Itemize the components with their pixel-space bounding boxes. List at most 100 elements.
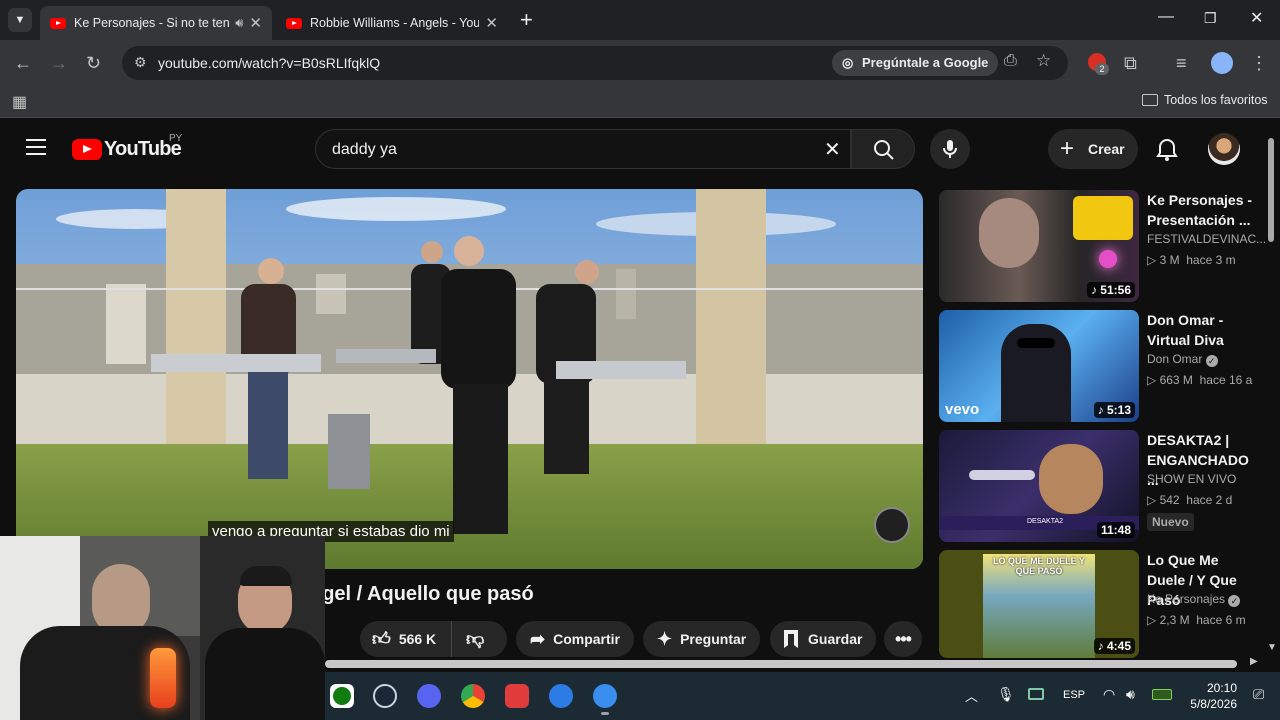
video-stats: ▷ 542 hace 2 d <box>1147 493 1233 507</box>
recommendation-title[interactable]: Ke Personajes - Presentación ... <box>1147 190 1259 230</box>
forward-icon[interactable]: → <box>50 52 68 74</box>
scroll-down-icon[interactable]: ▼ <box>1267 642 1277 653</box>
country-code: PY <box>169 133 183 144</box>
sparkle-icon: ✦ <box>657 628 673 649</box>
search-button[interactable] <box>851 129 915 169</box>
create-button[interactable]: + Crear <box>1048 129 1138 169</box>
like-button[interactable]: 👍︎ 566 K <box>360 621 452 657</box>
bookmark-star-icon[interactable]: ☆ <box>1036 51 1051 71</box>
profile-avatar[interactable] <box>1211 52 1233 74</box>
install-app-icon[interactable]: ⎙ <box>1004 52 1017 70</box>
tab-robbie-williams[interactable]: Robbie Williams - Angels - You ✕ <box>276 6 508 40</box>
blue-app-icon[interactable] <box>549 684 573 708</box>
save-button[interactable]: Guardar <box>770 621 877 657</box>
speaker-icon[interactable]: 🔊︎ <box>235 15 243 31</box>
share-button[interactable]: ➦ Compartir <box>516 621 634 657</box>
minimize-icon[interactable]: — <box>1158 8 1174 26</box>
close-tab-icon[interactable]: ✕ <box>485 14 498 32</box>
microphone-tray-icon[interactable]: 🎙︎ <box>997 686 1015 703</box>
channel-name[interactable]: SHOW EN VIVO <box>1147 472 1236 486</box>
browser-tab-strip: ▼ Ke Personajes - Si no te ten 🔊︎ ✕ Robb… <box>0 0 1280 40</box>
restore-icon[interactable]: ❐ <box>1204 10 1217 27</box>
horizontal-scrollbar[interactable] <box>325 660 1237 668</box>
show-hidden-icons-icon[interactable]: ︿ <box>965 686 978 705</box>
tab-title: Ke Personajes - Si no te ten <box>74 16 230 30</box>
video-thumbnail[interactable]: DESAKTA2 11:48 <box>939 430 1139 542</box>
clock-time[interactable]: 20:10 <box>1193 681 1237 695</box>
recommendation-item[interactable]: DESAKTA2 11:48 DESAKTA2 | ENGANCHADO ...… <box>939 430 1269 542</box>
extension-badge: 2 <box>1095 63 1109 75</box>
ask-label: Preguntar <box>680 631 747 647</box>
search-input[interactable]: daddy ya ✕ <box>315 129 851 169</box>
more-actions-button[interactable]: ••• <box>884 621 922 657</box>
discord-app-icon[interactable] <box>417 684 441 708</box>
video-duration: 11:48 <box>1096 522 1135 538</box>
tab-search-button[interactable]: ▼ <box>8 8 32 32</box>
notifications-icon[interactable]: ⎚ <box>1253 686 1264 703</box>
video-thumbnail[interactable]: LO QUE ME DUELE Y QUE PASÓ ♪ 4:45 <box>939 550 1139 658</box>
video-duration: ♪ 5:13 <box>1093 402 1135 418</box>
save-label: Guardar <box>808 631 863 647</box>
hamburger-menu-icon[interactable] <box>26 137 46 155</box>
channel-name[interactable]: FESTIVALDEVINAC... <box>1147 232 1266 246</box>
youtube-favicon-icon <box>50 17 66 29</box>
youtube-logo[interactable]: YouTube <box>72 138 182 160</box>
language-indicator[interactable]: ESP <box>1063 689 1085 701</box>
chrome-app-icon[interactable] <box>461 684 485 708</box>
new-tab-button[interactable]: + <box>520 7 533 33</box>
media-controls-icon[interactable]: ≡ <box>1176 52 1187 74</box>
apps-grid-icon[interactable]: ▦ <box>12 92 27 112</box>
volume-icon[interactable]: 🔊︎ <box>1126 686 1135 703</box>
clear-search-icon[interactable]: ✕ <box>824 137 841 162</box>
webcam-overlay <box>0 536 325 720</box>
music-note-icon: ♪ <box>1097 403 1107 417</box>
steam-app-icon[interactable] <box>373 684 397 708</box>
verified-check-icon: ✓ <box>1205 355 1218 367</box>
wifi-icon[interactable]: ◠ <box>1103 686 1115 703</box>
address-bar[interactable]: ⚙ youtube.com/watch?v=B0sRLIfqklQ ◎ Preg… <box>122 46 1068 80</box>
url-text[interactable]: youtube.com/watch?v=B0sRLIfqklQ <box>158 55 380 71</box>
ask-google-button[interactable]: ◎ Pregúntale a Google <box>832 50 999 76</box>
back-icon[interactable]: ← <box>14 52 32 74</box>
notifications-bell-icon[interactable] <box>1156 138 1178 167</box>
recommendation-item[interactable]: ♪ 51:56 Ke Personajes - Presentación ...… <box>939 190 1269 302</box>
chrome-menu-icon[interactable]: ⋮ <box>1250 52 1268 74</box>
thumbs-down-icon: 👎︎ <box>466 629 485 649</box>
video-player[interactable] <box>16 189 923 569</box>
clock-date[interactable]: 5/8/2026 <box>1177 697 1237 711</box>
all-bookmarks-folder[interactable]: Todos los favoritos <box>1142 93 1268 107</box>
extensions-puzzle-icon[interactable]: ⧉ <box>1124 52 1137 74</box>
recommendation-item[interactable]: vevo ♪ 5:13 Don Omar - Virtual Diva Don … <box>939 310 1269 422</box>
play-count-icon: ▷ <box>1147 493 1160 507</box>
like-count: 566 K <box>398 631 437 647</box>
close-window-icon[interactable]: ✕ <box>1250 8 1263 28</box>
dislike-button[interactable]: 👎︎ <box>452 621 484 657</box>
video-thumbnail[interactable]: vevo ♪ 5:13 <box>939 310 1139 422</box>
video-stats: ▷ 663 M hace 16 a <box>1147 373 1253 387</box>
xbox-app-icon[interactable] <box>330 684 354 708</box>
site-info-icon[interactable]: ⚙ <box>134 54 147 71</box>
thumbs-up-icon: 👍︎ <box>372 629 391 649</box>
video-thumbnail[interactable]: ♪ 51:56 <box>939 190 1139 302</box>
recommendation-item[interactable]: LO QUE ME DUELE Y QUE PASÓ ♪ 4:45 Lo Que… <box>939 550 1269 658</box>
ask-button[interactable]: ✦ Preguntar <box>643 621 761 657</box>
music-note-icon: ♪ <box>1090 283 1101 297</box>
video-duration: ♪ 51:56 <box>1086 282 1135 298</box>
account-avatar[interactable] <box>1208 133 1240 165</box>
tab-ke-personajes[interactable]: Ke Personajes - Si no te ten 🔊︎ ✕ <box>40 6 272 40</box>
reload-icon[interactable]: ↻ <box>86 52 101 74</box>
youtube-play-logo-icon <box>72 138 102 160</box>
search-query-text[interactable]: daddy ya <box>332 141 397 159</box>
voice-search-button[interactable] <box>930 129 970 169</box>
close-tab-icon[interactable]: ✕ <box>249 14 262 32</box>
channel-name[interactable]: Don Omar ✓ <box>1147 352 1218 367</box>
battery-icon[interactable] <box>1152 689 1172 700</box>
recommendation-title[interactable]: Don Omar - Virtual Diva <box>1147 310 1259 350</box>
scroll-right-icon[interactable]: ▶ <box>1250 656 1258 667</box>
channel-name[interactable]: Ke Personajes ✓ <box>1147 592 1241 607</box>
blue-app-icon-active[interactable] <box>593 684 617 708</box>
red-app-icon[interactable] <box>505 684 529 708</box>
windows-taskbar: ︿ 🎙︎ ESP ◠ 🔊︎ 20:10 5/8/2026 ⎚ <box>325 672 1280 720</box>
tray-app-icon[interactable] <box>1028 688 1044 700</box>
plus-icon: + <box>1060 135 1075 162</box>
